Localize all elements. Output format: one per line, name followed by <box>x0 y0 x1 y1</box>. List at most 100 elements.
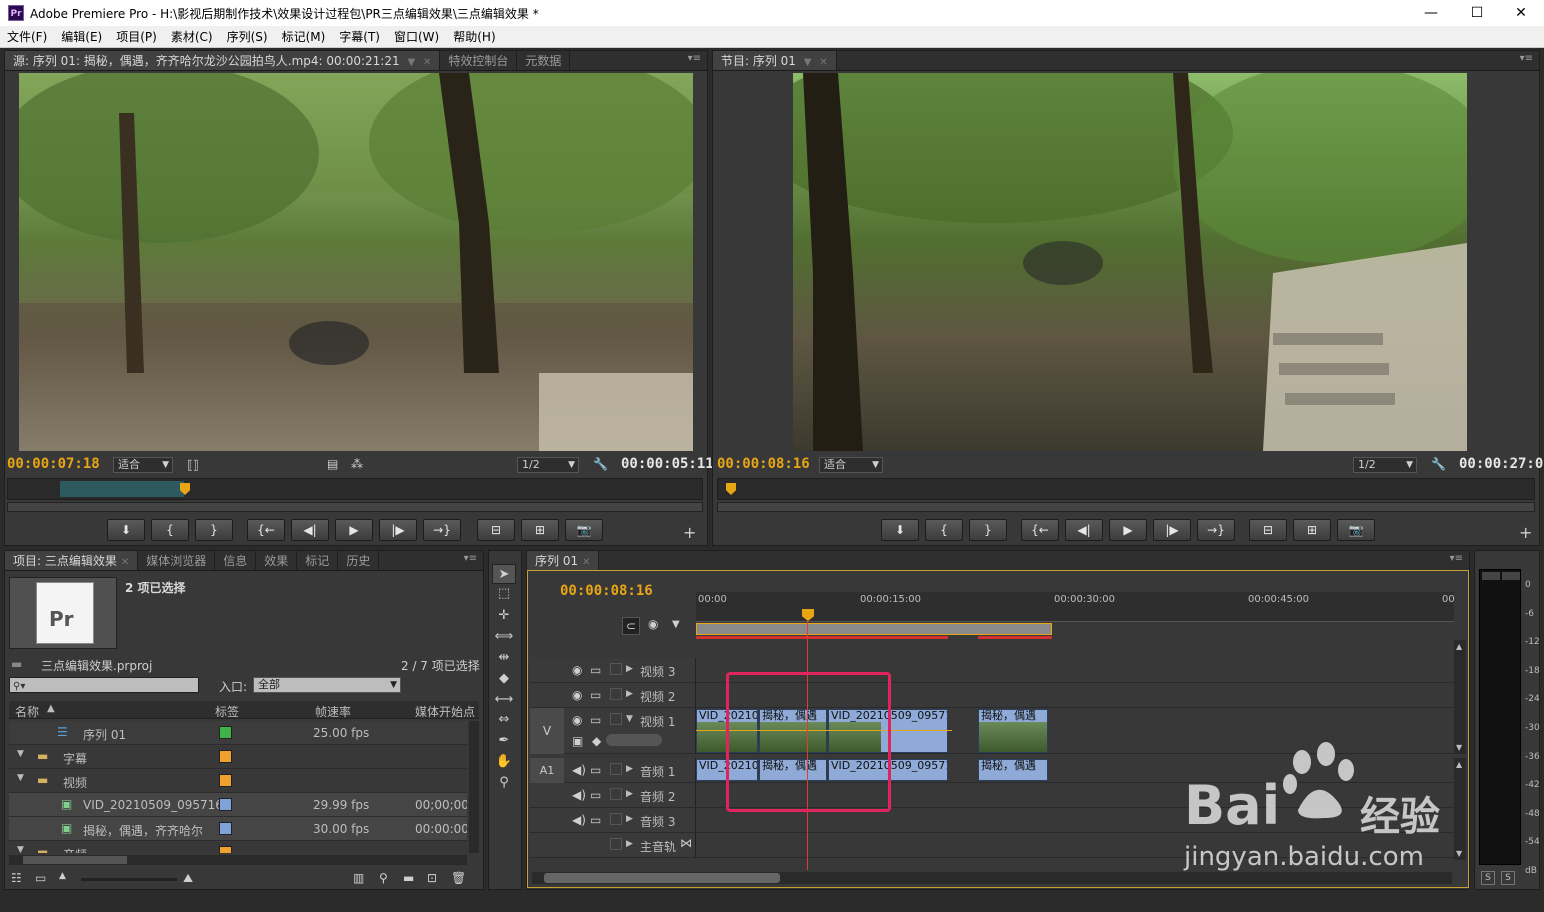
panel-menu-icon[interactable]: ▾≡ <box>688 53 701 64</box>
tab-markers[interactable]: 标记 <box>297 551 339 570</box>
expand-triangle-icon[interactable]: ▼ <box>17 749 24 759</box>
target-toggle-v[interactable]: V <box>530 708 564 754</box>
solo-right-button[interactable]: S <box>1501 871 1515 885</box>
step-back-button[interactable]: ◀| <box>291 519 329 541</box>
label-swatch[interactable] <box>219 774 232 787</box>
go-to-in-button[interactable]: {← <box>247 519 285 541</box>
tab-program[interactable]: 节目: 序列 01 ▼ ✕ <box>713 51 837 70</box>
button-editor-plus-icon[interactable]: + <box>1519 523 1532 542</box>
close-icon[interactable]: ✕ <box>819 57 827 68</box>
column-name[interactable]: 名称 <box>15 703 39 720</box>
expand-triangle-icon[interactable]: ▶ <box>626 664 633 674</box>
rate-stretch-tool-icon[interactable]: ⇹ <box>492 648 516 668</box>
lock-toggle[interactable] <box>610 838 622 850</box>
go-to-out-button[interactable]: →} <box>1197 519 1235 541</box>
search-input[interactable]: ⚲▾ <box>9 677 199 693</box>
list-view-icon[interactable]: ☷ <box>11 871 22 885</box>
program-playhead-icon[interactable] <box>726 483 736 495</box>
label-swatch[interactable] <box>219 726 232 739</box>
menu-help[interactable]: 帮助(H) <box>446 26 502 48</box>
tab-history[interactable]: 历史 <box>338 551 380 570</box>
close-icon[interactable]: ✕ <box>423 57 431 68</box>
dropdown-icon[interactable]: ▼ <box>804 57 812 68</box>
display-style-icon[interactable]: ▣ <box>572 734 583 748</box>
lock-toggle[interactable] <box>610 788 622 800</box>
menu-clip[interactable]: 素材(C) <box>164 26 220 48</box>
sync-lock-icon[interactable]: ▭ <box>590 813 601 827</box>
keyframe-icon[interactable]: ◆ <box>592 734 601 748</box>
lock-toggle[interactable] <box>610 663 622 675</box>
mark-out-button[interactable]: } <box>195 519 233 541</box>
timeline-timecode[interactable]: 00:00:08:16 <box>560 583 653 599</box>
marker-icon[interactable]: ▼ <box>672 619 680 630</box>
extract-button[interactable]: ⊞ <box>1293 519 1331 541</box>
expand-triangle-icon[interactable]: ▶ <box>626 814 633 824</box>
scrollbar-thumb[interactable] <box>23 856 127 864</box>
slide-tool-icon[interactable]: ⇔ <box>492 710 516 730</box>
new-bin-icon[interactable]: ▬ <box>403 871 414 885</box>
keyframe-nav[interactable] <box>606 734 662 746</box>
expand-triangle-icon[interactable]: ▶ <box>626 764 633 774</box>
list-item[interactable]: ▣ VID_20210509_095716 29.99 fps 00;00;00… <box>9 793 467 817</box>
minimize-button[interactable]: — <box>1408 0 1454 26</box>
eye-icon[interactable]: ◉ <box>572 688 582 702</box>
pen-tool-icon[interactable]: ✒ <box>492 731 516 751</box>
drag-audio-icon[interactable]: ⁂ <box>351 457 363 471</box>
tab-source[interactable]: 源: 序列 01: 揭秘，偶遇，齐齐哈尔龙沙公园拍鸟人.mp4: 00:00:2… <box>5 51 441 70</box>
panel-menu-icon[interactable]: ▾≡ <box>1520 53 1533 64</box>
label-swatch[interactable] <box>219 822 232 835</box>
speaker-icon[interactable]: ◀) <box>572 788 586 802</box>
safe-margins-icon[interactable]: ⟦⟧ <box>187 458 199 472</box>
menu-title[interactable]: 字幕(T) <box>332 26 387 48</box>
icon-view-icon[interactable]: ▭ <box>35 871 46 885</box>
settings-wrench-icon[interactable]: 🔧 <box>593 457 608 471</box>
menu-file[interactable]: 文件(F) <box>0 26 54 48</box>
scroll-up-icon[interactable]: ▲ <box>1456 642 1462 651</box>
column-media-start[interactable]: 媒体开始点 <box>415 703 475 720</box>
tab-media-browser[interactable]: 媒体浏览器 <box>138 551 216 570</box>
panel-menu-icon[interactable]: ▾≡ <box>1450 553 1463 564</box>
work-area-bar[interactable] <box>696 623 1052 635</box>
lock-toggle[interactable] <box>610 813 622 825</box>
program-scrub-bar[interactable] <box>717 478 1535 500</box>
ripple-edit-tool-icon[interactable]: ✛ <box>492 606 516 626</box>
column-frame-rate[interactable]: 帧速率 <box>315 703 351 720</box>
expand-triangle-icon[interactable]: ▼ <box>17 845 24 853</box>
step-forward-button[interactable]: |▶ <box>379 519 417 541</box>
tab-project[interactable]: 项目: 三点编辑效果 ✕ <box>5 551 139 570</box>
mark-in-button[interactable]: { <box>151 519 189 541</box>
rolling-edit-tool-icon[interactable]: ⟺ <box>492 627 516 647</box>
column-label[interactable]: 标签 <box>215 703 239 720</box>
razor-tool-icon[interactable]: ◆ <box>492 669 516 689</box>
label-swatch[interactable] <box>219 750 232 763</box>
label-swatch[interactable] <box>219 798 232 811</box>
play-button[interactable]: ▶ <box>335 519 373 541</box>
go-to-in-button[interactable]: {← <box>1021 519 1059 541</box>
lock-toggle[interactable] <box>610 688 622 700</box>
zoom-out-icon[interactable]: ▲ <box>59 871 66 881</box>
drag-video-icon[interactable]: ▤ <box>327 457 338 471</box>
tab-sequence[interactable]: 序列 01 ✕ <box>527 551 600 570</box>
tab-effects[interactable]: 效果 <box>256 551 298 570</box>
lift-button[interactable]: ⊟ <box>1249 519 1287 541</box>
menu-window[interactable]: 窗口(W) <box>387 26 446 48</box>
in-dropdown[interactable]: 全部 ▼ <box>253 677 401 693</box>
lock-toggle[interactable] <box>610 713 622 725</box>
source-fit-dropdown[interactable]: 适合 ▼ <box>113 457 173 473</box>
program-playhead-timecode[interactable]: 00:00:08:16 <box>717 456 810 472</box>
zoom-slider[interactable] <box>81 878 177 881</box>
program-zoom-scrollbar[interactable] <box>717 502 1535 512</box>
video-clip[interactable]: 揭秘，偶遇 <box>978 709 1048 753</box>
sync-lock-icon[interactable]: ▭ <box>590 763 601 777</box>
tab-info[interactable]: 信息 <box>215 551 257 570</box>
slip-tool-icon[interactable]: ⟷ <box>492 690 516 710</box>
marker-button[interactable]: ⬇ <box>881 519 919 541</box>
snap-icon[interactable]: ⊂ <box>622 617 640 635</box>
set-marker-icon[interactable]: ◉ <box>648 617 658 631</box>
speaker-icon[interactable]: ◀) <box>572 813 586 827</box>
export-frame-button[interactable]: 📷 <box>1337 519 1375 541</box>
menu-marker[interactable]: 标记(M) <box>275 26 333 48</box>
video-tracks-scrollbar[interactable]: ▲ ▼ <box>1454 640 1466 754</box>
scrollbar-thumb[interactable] <box>544 873 780 883</box>
settings-wrench-icon[interactable]: 🔧 <box>1431 457 1446 471</box>
